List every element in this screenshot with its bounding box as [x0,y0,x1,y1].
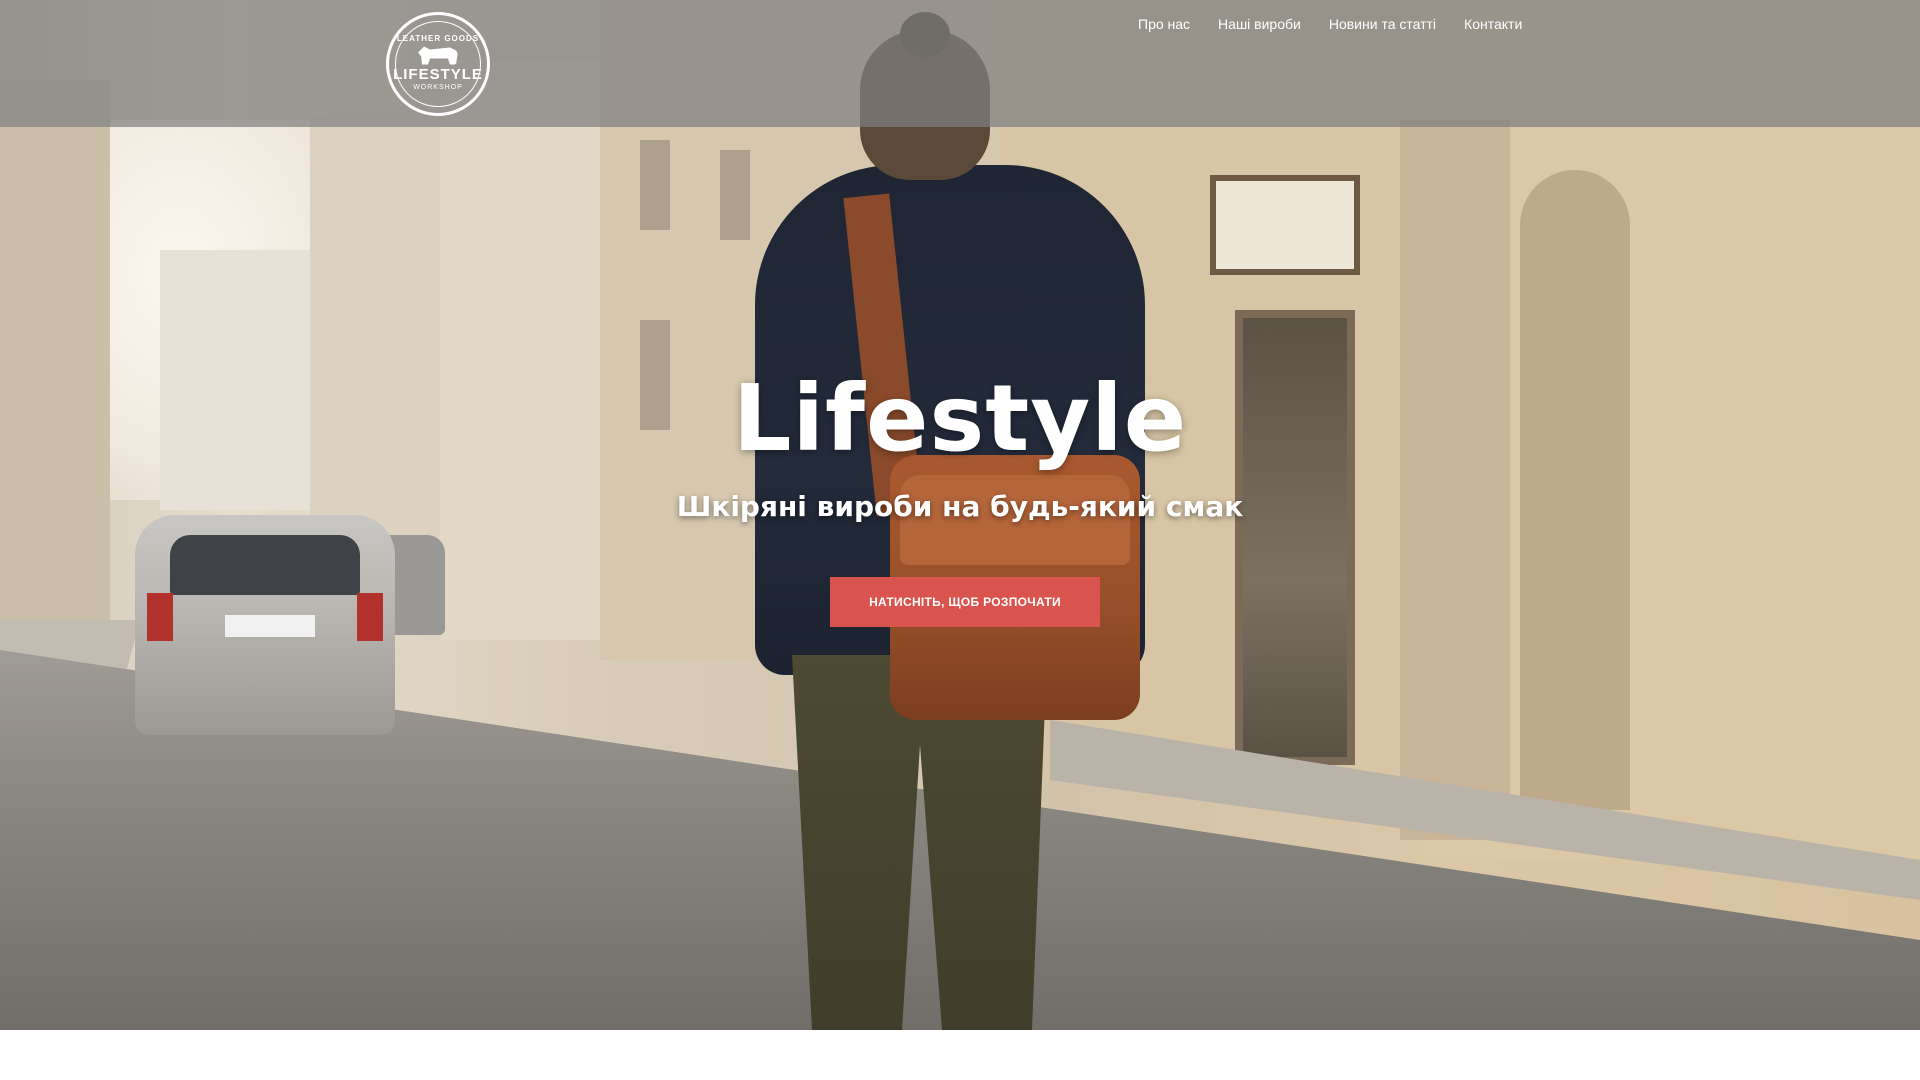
nav-item-news[interactable]: Новини та статті [1329,16,1436,32]
background-building [0,80,110,640]
stone-pillar [1400,120,1510,840]
cta-button[interactable]: НАТИСНІТЬ, ЩОБ РОЗПОЧАТИ [830,577,1100,627]
brand-logo[interactable]: LEATHER GOODS LIFESTYLE WORKSHOP [386,12,490,116]
hero-subtitle: Шкіряні вироби на будь-який смак [676,490,1244,523]
shop-sign [1210,175,1360,275]
parked-car [135,515,395,735]
logo-ring [395,21,481,107]
hero-section: Lifestyle Шкіряні вироби на будь-який см… [0,0,1920,1030]
hero-title: Lifestyle [732,365,1188,472]
background-building [440,60,620,640]
nav-item-products[interactable]: Наші вироби [1218,16,1301,32]
car-rear-window [170,535,360,595]
car-tail-light [147,593,173,641]
main-nav: Про нас Наші вироби Новини та статті Кон… [1138,16,1920,32]
car-tail-light [357,593,383,641]
nav-item-about[interactable]: Про нас [1138,16,1190,32]
top-navbar: LEATHER GOODS LIFESTYLE WORKSHOP Про нас… [0,0,1920,127]
nav-item-contacts[interactable]: Контакти [1464,16,1522,32]
car-license-plate [225,615,315,637]
